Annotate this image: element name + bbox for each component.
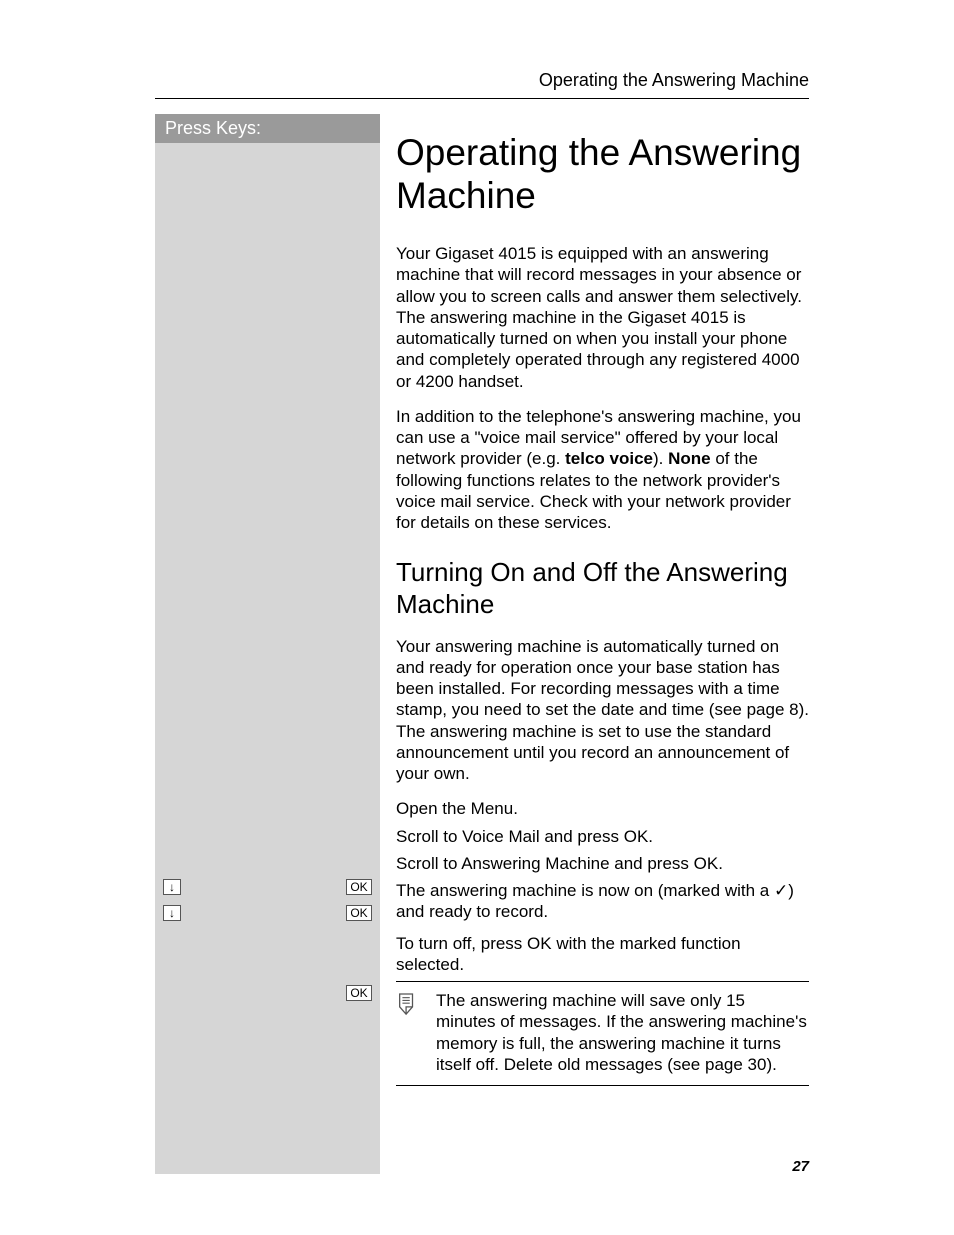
ok-key: OK: [346, 905, 372, 921]
intro-para-2: In addition to the telephone's answering…: [396, 406, 809, 534]
key-row-open-menu: [163, 852, 372, 870]
note-rule-bottom: [396, 1085, 809, 1086]
note-icon: [396, 990, 422, 1075]
running-head: Operating the Answering Machine: [539, 70, 809, 91]
step-now-on: The answering machine is now on (marked …: [396, 880, 809, 923]
sidebar-title: Press Keys:: [155, 114, 380, 143]
page-number: 27: [792, 1158, 809, 1175]
key-row-voice-mail: ↓ OK: [163, 878, 372, 896]
ok-key: OK: [346, 879, 372, 895]
page-title: Operating the Answering Machine: [396, 132, 809, 217]
checkmark-icon: ✓: [774, 881, 788, 900]
text: The answering machine is now on (marked …: [396, 881, 774, 900]
intro-para-1: Your Gigaset 4015 is equipped with an an…: [396, 243, 809, 392]
step-turn-off: To turn off, press OK with the marked fu…: [396, 933, 809, 976]
step-open-menu: Open the Menu.: [396, 798, 809, 819]
top-rule: [155, 98, 809, 99]
note-text: The answering machine will save only 15 …: [436, 990, 809, 1075]
bold-none: None: [668, 449, 711, 468]
content: Operating the Answering Machine Your Gig…: [396, 114, 809, 1094]
ok-key: OK: [346, 985, 372, 1001]
key-row-answering-machine: ↓ OK: [163, 904, 372, 922]
section-heading: Turning On and Off the Answering Machine: [396, 557, 809, 619]
down-arrow-icon: ↓: [163, 905, 181, 921]
down-arrow-icon: ↓: [163, 879, 181, 895]
step-voice-mail: Scroll to Voice Mail and press OK.: [396, 826, 809, 847]
step-answering-machine: Scroll to Answering Machine and press OK…: [396, 853, 809, 874]
section-para: Your answering machine is automatically …: [396, 636, 809, 785]
page: Operating the Answering Machine Press Ke…: [0, 0, 954, 1235]
key-row-turn-off: OK: [163, 984, 372, 1002]
note-block: The answering machine will save only 15 …: [396, 981, 809, 1086]
sidebar: Press Keys: ↓ OK ↓ OK OK: [155, 114, 380, 1174]
text: ).: [653, 449, 668, 468]
bold-telco-voice: telco voice: [565, 449, 653, 468]
note-rule-top: [396, 981, 809, 982]
